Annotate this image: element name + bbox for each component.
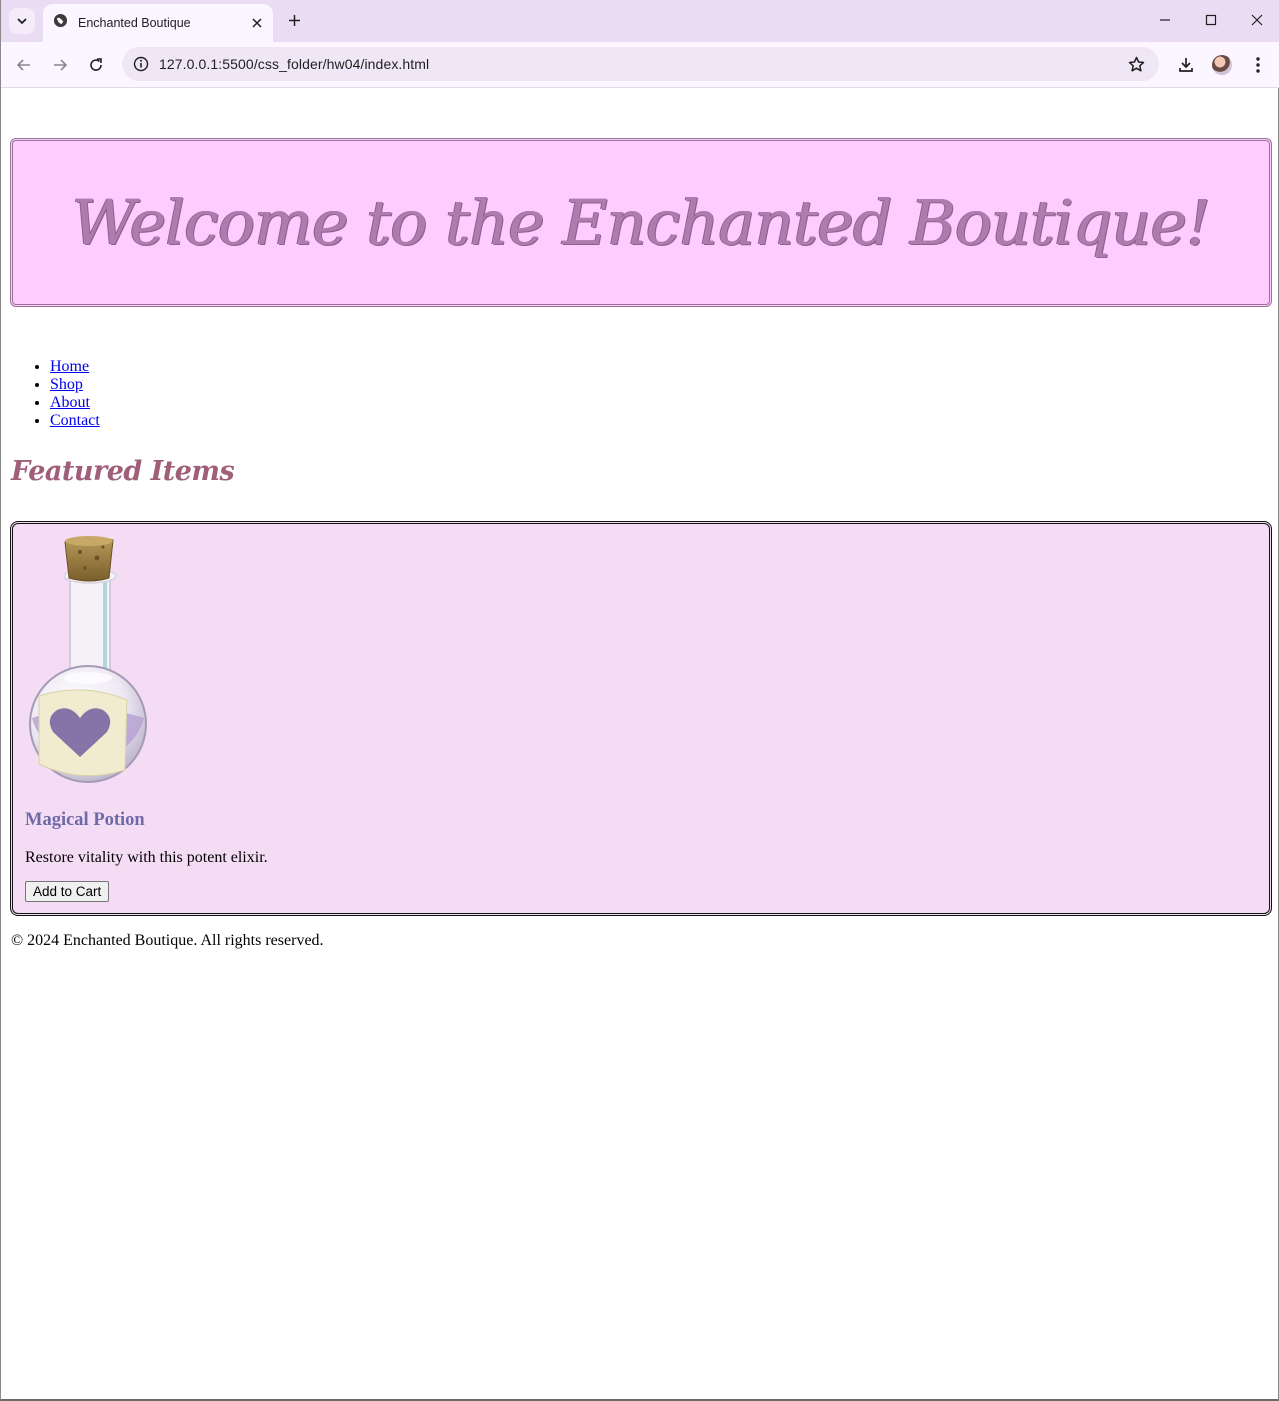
avatar[interactable] bbox=[1208, 51, 1236, 79]
product-name: Magical Potion bbox=[25, 810, 145, 830]
main-nav: Home Shop About Contact bbox=[1, 358, 100, 430]
url-text: 127.0.0.1:5500/css_folder/hw04/index.htm… bbox=[159, 56, 430, 72]
tab-search-icon[interactable] bbox=[9, 8, 35, 34]
address-bar[interactable]: 127.0.0.1:5500/css_folder/hw04/index.htm… bbox=[122, 47, 1159, 81]
product-description: Restore vitality with this potent elixir… bbox=[25, 849, 268, 866]
info-icon[interactable] bbox=[130, 53, 152, 75]
site-header: Welcome to the Enchanted Boutique! bbox=[10, 138, 1272, 307]
back-icon[interactable] bbox=[10, 51, 38, 79]
section-title: Featured Items bbox=[11, 456, 235, 487]
profile-avatar-icon bbox=[1212, 55, 1232, 75]
browser-tab[interactable]: Enchanted Boutique bbox=[43, 4, 273, 42]
maximize-icon[interactable] bbox=[1196, 6, 1226, 34]
star-icon[interactable] bbox=[1125, 53, 1147, 75]
product-card: Magical Potion Restore vitality with thi… bbox=[10, 521, 1272, 916]
browser-toolbar: 127.0.0.1:5500/css_folder/hw04/index.htm… bbox=[1, 42, 1279, 88]
reload-icon[interactable] bbox=[82, 51, 110, 79]
add-to-cart-button[interactable]: Add to Cart bbox=[25, 881, 110, 902]
nav-link-about[interactable]: About bbox=[50, 394, 90, 411]
minimize-icon[interactable] bbox=[1150, 6, 1180, 34]
tab-bar: Enchanted Boutique bbox=[1, 0, 1279, 42]
nav-item-contact: Contact bbox=[50, 412, 100, 430]
nav-link-home[interactable]: Home bbox=[50, 358, 89, 375]
potion-bottle-image bbox=[29, 536, 147, 783]
forward-icon[interactable] bbox=[46, 51, 74, 79]
globe-icon bbox=[53, 13, 68, 33]
nav-link-shop[interactable]: Shop bbox=[50, 376, 83, 393]
tab-title: Enchanted Boutique bbox=[78, 16, 191, 30]
nav-item-about: About bbox=[50, 394, 100, 412]
site-title: Welcome to the Enchanted Boutique! bbox=[71, 186, 1211, 259]
close-icon[interactable] bbox=[247, 13, 267, 33]
nav-link-contact[interactable]: Contact bbox=[50, 412, 100, 429]
footer-text: © 2024 Enchanted Boutique. All rights re… bbox=[11, 932, 324, 949]
menu-icon[interactable] bbox=[1244, 51, 1272, 79]
nav-item-shop: Shop bbox=[50, 376, 100, 394]
plus-icon[interactable] bbox=[283, 9, 305, 31]
download-icon[interactable] bbox=[1172, 51, 1200, 79]
window-close-icon[interactable] bbox=[1242, 6, 1272, 34]
nav-item-home: Home bbox=[50, 358, 100, 376]
